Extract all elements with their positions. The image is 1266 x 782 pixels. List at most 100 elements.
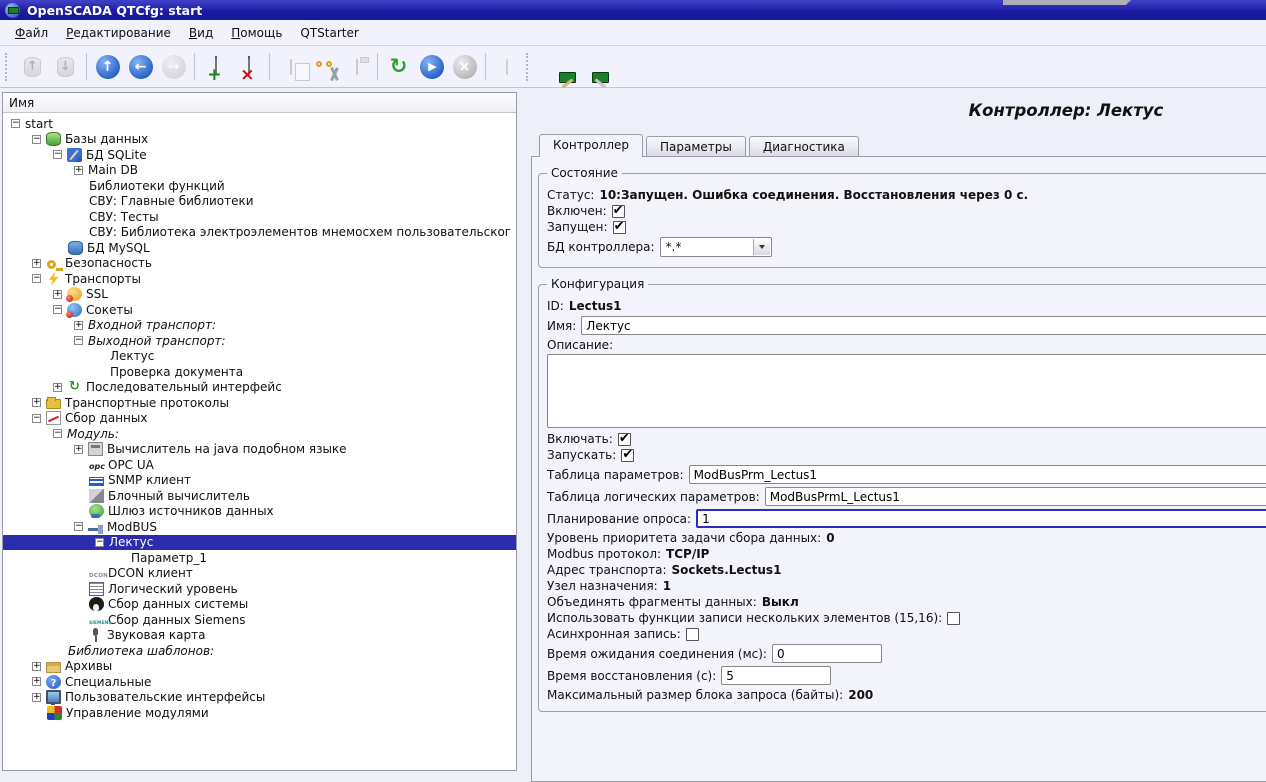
collapse-icon[interactable]: − bbox=[53, 150, 62, 159]
tree-item[interactable]: Управление модулями bbox=[3, 705, 516, 721]
name-input[interactable] bbox=[581, 316, 1266, 335]
tree-item[interactable]: +Архивы bbox=[3, 659, 516, 675]
collapse-icon[interactable]: − bbox=[11, 119, 20, 128]
controller-db-select[interactable]: *.* bbox=[660, 237, 772, 257]
tree-item[interactable]: БД MySQL bbox=[3, 240, 516, 256]
tree-item[interactable]: −Сбор данных bbox=[3, 411, 516, 427]
menu-item-4[interactable]: Помощь bbox=[222, 22, 291, 44]
tree-item[interactable]: +SSL bbox=[3, 287, 516, 303]
delete-item-button[interactable]: × bbox=[232, 50, 265, 83]
collapse-icon[interactable]: − bbox=[74, 336, 83, 345]
qtcfg-button[interactable] bbox=[537, 50, 570, 83]
combo-dropdown-button[interactable] bbox=[753, 239, 770, 255]
to-start-checkbox[interactable] bbox=[621, 449, 634, 462]
collapse-icon[interactable]: − bbox=[53, 305, 62, 314]
expand-icon[interactable]: + bbox=[53, 290, 62, 299]
tab-parameters[interactable]: Параметры bbox=[646, 136, 746, 156]
tree-item[interactable]: −Модуль: bbox=[3, 426, 516, 442]
expand-icon[interactable]: + bbox=[74, 166, 83, 175]
tree-item[interactable]: DCON клиент bbox=[3, 566, 516, 582]
tree-item[interactable]: Звуковая карта bbox=[3, 628, 516, 644]
tree-item[interactable]: −Выходной транспорт: bbox=[3, 333, 516, 349]
expand-icon[interactable]: + bbox=[32, 259, 41, 268]
tree-item[interactable]: Проверка документа bbox=[3, 364, 516, 380]
tab-diagnostics[interactable]: Диагностика bbox=[749, 136, 859, 156]
tree-item[interactable]: Библиотеки функций bbox=[3, 178, 516, 194]
tree-item[interactable]: Лектус bbox=[3, 349, 516, 365]
menu-item-3[interactable]: Вид bbox=[180, 22, 222, 44]
tree-item[interactable]: SNMP клиент bbox=[3, 473, 516, 489]
schedule-input[interactable] bbox=[696, 509, 1266, 528]
tree-item[interactable]: Сбор данных Siemens bbox=[3, 612, 516, 628]
tree-column-header[interactable]: Имя bbox=[3, 93, 516, 113]
tree-item[interactable]: СВУ: Библиотека электроэлементов мнемосх… bbox=[3, 225, 516, 241]
up-button[interactable]: ↑ bbox=[91, 50, 124, 83]
tree-item[interactable]: +Входной транспорт: bbox=[3, 318, 516, 334]
cut-button[interactable] bbox=[307, 50, 340, 83]
tree-item[interactable]: Библиотека шаблонов: bbox=[3, 643, 516, 659]
tree-item[interactable]: СВУ: Тесты bbox=[3, 209, 516, 225]
collapse-icon[interactable]: − bbox=[32, 135, 41, 144]
tree-item[interactable]: +Безопасность bbox=[3, 256, 516, 272]
tree-item-label: Проверка документа bbox=[110, 365, 243, 379]
start-button[interactable]: ▶ bbox=[415, 50, 448, 83]
tree-item[interactable]: −ModBUS bbox=[3, 519, 516, 535]
tree-item[interactable]: +Транспортные протоколы bbox=[3, 395, 516, 411]
tree-item[interactable]: −start bbox=[3, 116, 516, 132]
tree-item[interactable]: +Пользовательские интерфейсы bbox=[3, 690, 516, 706]
controller-db-label: БД контроллера: bbox=[547, 240, 655, 254]
menu-item-1[interactable]: Файл bbox=[6, 22, 57, 44]
collapse-icon[interactable]: − bbox=[95, 538, 104, 547]
prm-table-input[interactable] bbox=[689, 465, 1266, 484]
sysdaq-icon bbox=[89, 597, 104, 611]
to-enable-checkbox[interactable] bbox=[618, 433, 631, 446]
multiwrite-checkbox[interactable] bbox=[947, 612, 960, 625]
description-textarea[interactable] bbox=[547, 354, 1266, 428]
tree-item-label: Специальные bbox=[65, 675, 151, 689]
sound-icon bbox=[92, 628, 99, 642]
expand-icon[interactable]: + bbox=[32, 693, 41, 702]
tree-item[interactable]: −Транспорты bbox=[3, 271, 516, 287]
add-item-button[interactable]: + bbox=[199, 50, 232, 83]
tree-item[interactable]: +Последовательный интерфейс bbox=[3, 380, 516, 396]
back-button[interactable]: ← bbox=[124, 50, 157, 83]
tree-item[interactable]: OPC UA bbox=[3, 457, 516, 473]
tree-item[interactable]: −БД SQLite bbox=[3, 147, 516, 163]
expand-icon[interactable]: + bbox=[74, 321, 83, 330]
tree-item[interactable]: + Специальные bbox=[3, 674, 516, 690]
collapse-icon[interactable]: − bbox=[32, 414, 41, 423]
merge-frag-value: Выкл bbox=[762, 595, 799, 609]
stop-button[interactable]: × bbox=[448, 50, 481, 83]
tree-item[interactable]: −Сокеты bbox=[3, 302, 516, 318]
tree-item[interactable]: +Вычислитель на java подобном языке bbox=[3, 442, 516, 458]
ssl-icon bbox=[67, 287, 82, 301]
tab-controller[interactable]: Контроллер bbox=[539, 134, 643, 157]
collapse-icon[interactable]: − bbox=[32, 274, 41, 283]
tree-item[interactable]: −Базы данных bbox=[3, 132, 516, 148]
collapse-icon[interactable]: − bbox=[74, 522, 83, 531]
expand-icon[interactable]: + bbox=[53, 383, 62, 392]
tree-item-selected[interactable]: −Лектус bbox=[3, 535, 516, 551]
expand-icon[interactable]: + bbox=[32, 398, 41, 407]
enabled-checkbox[interactable] bbox=[612, 205, 625, 218]
async-write-checkbox[interactable] bbox=[686, 628, 699, 641]
running-checkbox[interactable] bbox=[613, 221, 626, 234]
expand-icon[interactable]: + bbox=[32, 677, 41, 686]
prml-table-input[interactable] bbox=[765, 487, 1266, 506]
menu-item-2[interactable]: Редактирование bbox=[57, 22, 180, 44]
tree-item[interactable]: +Main DB bbox=[3, 163, 516, 179]
tree-item[interactable]: Шлюз источников данных bbox=[3, 504, 516, 520]
tree-item[interactable]: Логический уровень bbox=[3, 581, 516, 597]
expand-icon[interactable]: + bbox=[32, 662, 41, 671]
tree-item[interactable]: Блочный вычислитель bbox=[3, 488, 516, 504]
menu-item-5[interactable]: QTStarter bbox=[291, 22, 367, 44]
tree-item[interactable]: Сбор данных системы bbox=[3, 597, 516, 613]
conn-timeout-input[interactable] bbox=[772, 644, 882, 663]
expand-icon[interactable]: + bbox=[74, 445, 83, 454]
refresh-button[interactable]: ↻ bbox=[382, 50, 415, 83]
collapse-icon[interactable]: − bbox=[53, 429, 62, 438]
restore-timeout-input[interactable] bbox=[721, 666, 831, 685]
navigation-tree-panel: Имя −start−Базы данных−БД SQLite+Main DB… bbox=[2, 92, 517, 771]
tree-item[interactable]: Параметр_1 bbox=[3, 550, 516, 566]
tree-item[interactable]: СВУ: Главные библиотеки bbox=[3, 194, 516, 210]
